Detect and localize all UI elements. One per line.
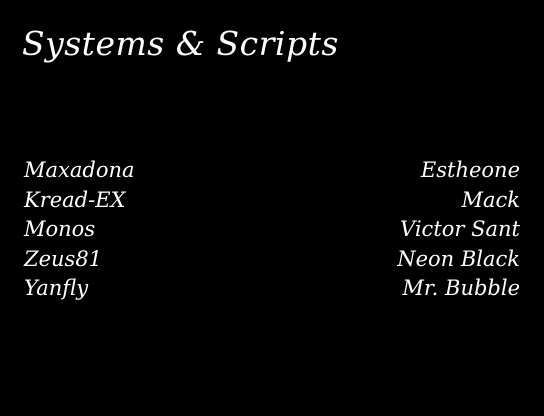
credit-name: Mack [461,187,520,212]
section-title: Systems & Scripts [22,24,339,63]
credit-name: Victor Sant [400,217,520,241]
credits-screen: Systems & Scripts Maxadona Kread-EX Mono… [0,0,544,416]
credits-names-left: Maxadona Kread-EX Monos Zeus81 Yanfly [24,156,135,304]
credit-name: Kread-EX [24,187,126,212]
credit-name: Estheone [420,158,520,182]
credit-name: Zeus81 [24,246,103,271]
credit-name: Neon Black [397,246,520,271]
credit-name: Yanfly [24,276,89,300]
credit-name: Mr. Bubble [402,276,520,300]
credits-names-right: Estheone Mack Victor Sant Neon Black Mr.… [397,156,520,304]
credit-name: Maxadona [24,158,135,182]
credit-name: Monos [24,217,96,241]
